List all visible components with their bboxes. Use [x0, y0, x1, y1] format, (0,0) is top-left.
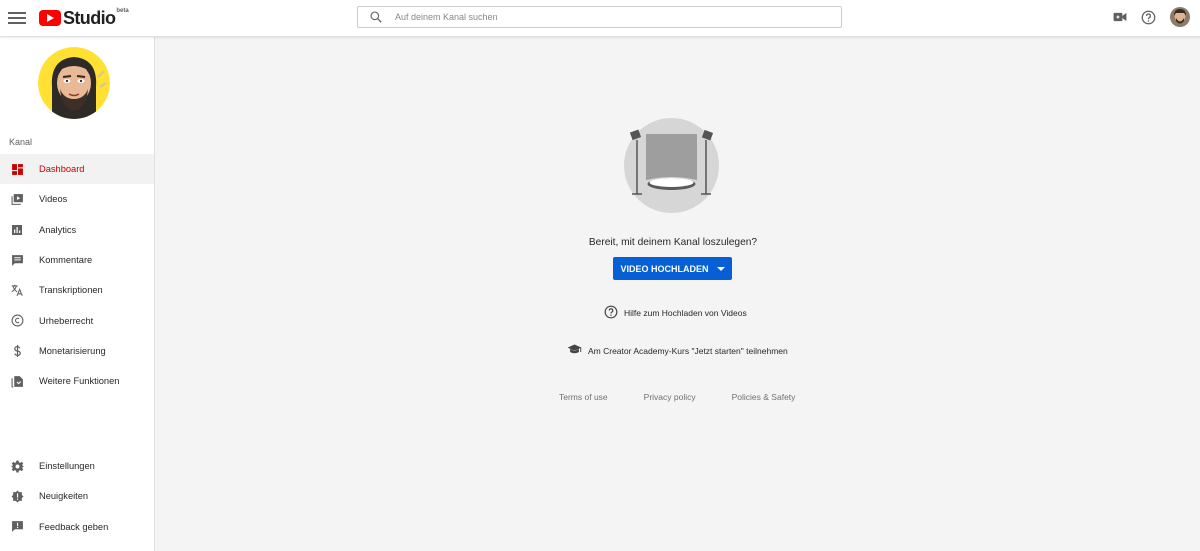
- sidebar-item-label: Einstellungen: [39, 461, 95, 472]
- videos-icon: [9, 191, 25, 207]
- graduation-cap-icon: [567, 343, 582, 358]
- sidebar-item-kommentare[interactable]: Kommentare: [0, 245, 154, 275]
- dashboard-icon: [9, 161, 25, 177]
- help-icon[interactable]: [1138, 6, 1158, 28]
- terms-of-use-link[interactable]: Terms of use: [559, 392, 608, 402]
- sidebar-item-label: Kommentare: [39, 255, 93, 266]
- gear-icon: [9, 458, 25, 474]
- sidebar-item-monetarisierung[interactable]: Monetarisierung: [0, 336, 154, 366]
- sidebar-item-label: Monetarisierung: [39, 345, 106, 356]
- dropdown-caret-icon: [716, 266, 725, 271]
- beta-badge: beta: [116, 8, 129, 14]
- sidebar-item-label: Neuigkeiten: [39, 491, 89, 502]
- creator-academy-label: Am Creator Academy-Kurs "Jetzt starten" …: [588, 345, 788, 356]
- footer-links: Terms of use Privacy policy Policies & S…: [559, 392, 795, 402]
- sidebar-bottom-nav: Einstellungen Neuigkeiten Feedback geben: [0, 451, 154, 542]
- privacy-policy-link[interactable]: Privacy policy: [644, 392, 696, 402]
- sidebar-item-label: Urheberrecht: [39, 315, 94, 326]
- logo-text: Studio: [63, 7, 116, 28]
- header-actions: [1110, 6, 1190, 28]
- policies-safety-link[interactable]: Policies & Safety: [732, 392, 796, 402]
- more-features-icon: [9, 373, 25, 389]
- sidebar-item-neuigkeiten[interactable]: Neuigkeiten: [0, 481, 154, 511]
- creator-academy-link[interactable]: Am Creator Academy-Kurs "Jetzt starten" …: [567, 343, 788, 358]
- create-video-icon[interactable]: [1110, 6, 1130, 28]
- section-label-kanal: Kanal: [9, 137, 33, 147]
- hamburger-menu-icon[interactable]: [6, 7, 28, 29]
- dollar-icon: [9, 343, 25, 359]
- youtube-play-icon: [39, 10, 61, 26]
- help-icon: [604, 305, 618, 321]
- upload-video-button[interactable]: VIDEO HOCHLADEN: [613, 257, 732, 280]
- copyright-icon: [9, 313, 25, 329]
- sidebar-item-analytics[interactable]: Analytics: [0, 215, 154, 245]
- upload-help-label: Hilfe zum Hochladen von Videos: [624, 308, 747, 318]
- sidebar-item-label: Transkriptionen: [39, 285, 103, 296]
- search-input[interactable]: [390, 12, 841, 22]
- sidebar-item-label: Videos: [39, 194, 68, 205]
- account-avatar[interactable]: [1170, 7, 1190, 27]
- sidebar-item-videos[interactable]: Videos: [0, 184, 154, 214]
- sidebar-item-feedback[interactable]: Feedback geben: [0, 512, 154, 542]
- translate-icon: [9, 282, 25, 298]
- analytics-icon: [9, 222, 25, 238]
- sidebar: Kanal Dashboard Videos Analytics Komment…: [0, 37, 155, 551]
- sidebar-item-label: Weitere Funktionen: [39, 376, 120, 387]
- sidebar-nav: Dashboard Videos Analytics Kommentare Tr…: [0, 154, 154, 396]
- youtube-studio-logo[interactable]: Studio beta: [39, 7, 129, 29]
- ready-prompt: Bereit, mit deinem Kanal loszulegen?: [588, 237, 758, 248]
- search-icon[interactable]: [362, 7, 390, 27]
- upload-help-link[interactable]: Hilfe zum Hochladen von Videos: [604, 305, 747, 321]
- sidebar-item-urheberrecht[interactable]: Urheberrecht: [0, 305, 154, 335]
- sidebar-item-label: Dashboard: [39, 164, 85, 175]
- sidebar-item-label: Analytics: [39, 224, 77, 235]
- upload-video-label: VIDEO HOCHLADEN: [620, 263, 709, 274]
- main-content: Bereit, mit deinem Kanal loszulegen? VID…: [156, 37, 1200, 551]
- top-bar: Studio beta: [0, 0, 1200, 37]
- sidebar-item-einstellungen[interactable]: Einstellungen: [0, 451, 154, 481]
- studio-illustration: [624, 118, 719, 213]
- news-icon: [9, 488, 25, 504]
- sidebar-item-dashboard[interactable]: Dashboard: [0, 154, 154, 185]
- search-box: [357, 6, 842, 28]
- sidebar-item-transkriptionen[interactable]: Transkriptionen: [0, 275, 154, 305]
- comments-icon: [9, 252, 25, 268]
- sidebar-item-weitere-funktionen[interactable]: Weitere Funktionen: [0, 366, 154, 396]
- feedback-icon: [9, 519, 25, 535]
- sidebar-item-label: Feedback geben: [39, 521, 109, 532]
- channel-avatar[interactable]: [38, 47, 110, 119]
